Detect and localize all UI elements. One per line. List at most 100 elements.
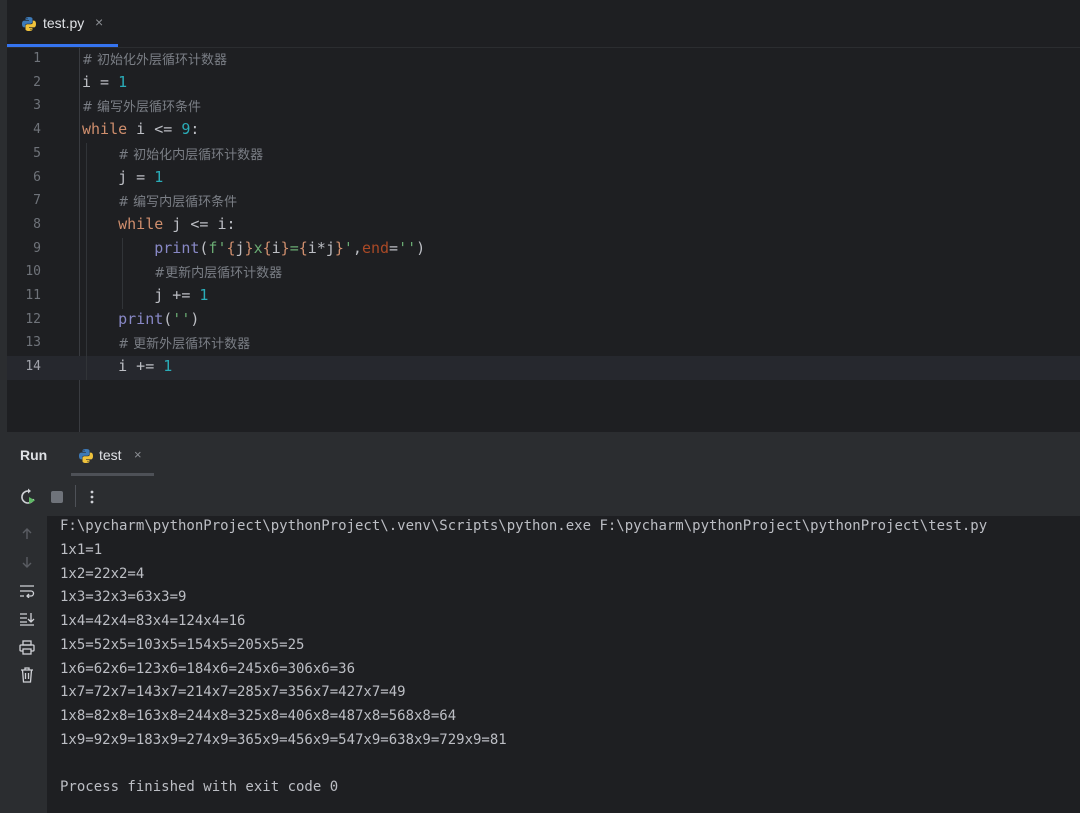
code-line[interactable]: 7 # 编写内层循环条件 (7, 190, 1080, 214)
code-line[interactable]: 1 # 初始化外层循环计数器 (7, 48, 1080, 72)
run-side-toolbar (7, 516, 47, 813)
line-number: 13 (25, 335, 41, 351)
arrow-up-icon[interactable] (16, 523, 38, 545)
active-tab-indicator (7, 44, 118, 47)
code-token: while (82, 120, 128, 139)
code-line[interactable]: 6 j = 1 (7, 167, 1080, 191)
arrow-down-icon[interactable] (16, 551, 38, 573)
code-line[interactable]: 11 j += 1 (7, 285, 1080, 309)
code-token: ( (163, 309, 173, 328)
code-token: 1 (199, 286, 209, 304)
trash-icon[interactable] (16, 664, 38, 686)
code-token: j <= i: (163, 214, 236, 233)
code-token: # 初始化外层循环计数器 (82, 53, 228, 68)
python-icon (78, 448, 94, 468)
code-token: #更新内层循环计数器 (154, 266, 283, 282)
code-text: # 编写外层循环条件 (82, 96, 201, 115)
code-token: '' (398, 238, 417, 257)
scroll-to-end-icon[interactable] (16, 608, 38, 630)
code-text: # 更新外层循环计数器 (118, 333, 250, 352)
code-token: } (244, 238, 254, 257)
code-text: # 编写内层循环条件 (118, 191, 237, 210)
close-icon[interactable]: × (95, 14, 103, 30)
code-token: j += (154, 286, 200, 304)
line-number: 7 (33, 193, 41, 209)
stop-icon[interactable] (46, 486, 68, 508)
code-line[interactable]: 13 # 更新外层循环计数器 (7, 332, 1080, 356)
code-token: 1 (118, 72, 128, 91)
code-line[interactable]: 8 while j <= i: (7, 214, 1080, 238)
code-token: 1 (163, 357, 173, 376)
code-line[interactable]: 5 # 初始化内层循环计数器 (7, 143, 1080, 167)
line-number: 12 (25, 311, 41, 327)
run-tab-label: test (99, 447, 122, 463)
run-toolbar (7, 478, 1080, 516)
console-line: 1x9=92x9=183x9=274x9=365x9=456x9=547x9=6… (60, 731, 507, 748)
run-panel-header: Run test × (7, 432, 1080, 478)
code-token: i = (82, 72, 119, 91)
run-panel-title: Run (20, 447, 48, 463)
line-number: 14 (25, 359, 41, 375)
editor-tab-test-py[interactable]: test.py × (7, 0, 118, 47)
print-icon[interactable] (16, 636, 38, 658)
code-line[interactable]: 2 i = 1 (7, 72, 1080, 96)
code-token: j (235, 238, 245, 257)
line-number: 2 (33, 74, 41, 90)
line-number: 10 (25, 264, 41, 280)
console-line: 1x8=82x8=163x8=244x8=325x8=406x8=487x8=5… (60, 708, 457, 724)
code-token: # 初始化内层循环计数器 (118, 147, 264, 163)
code-text: j = 1 (118, 168, 163, 186)
left-tool-strip (0, 0, 7, 813)
code-token: i*j (307, 238, 335, 257)
run-tab-test[interactable]: test × (71, 432, 154, 478)
code-editor[interactable]: 1 # 初始化外层循环计数器 2 i = 1 3 # 编写外层循环条件 4 while i <… (7, 48, 1080, 432)
code-text: # 初始化内层循环计数器 (118, 144, 263, 163)
code-text: i = 1 (82, 73, 127, 91)
code-token: : (190, 120, 200, 139)
more-icon[interactable] (81, 486, 103, 508)
code-text: # 初始化外层循环计数器 (82, 49, 227, 68)
code-text: i += 1 (118, 357, 172, 375)
code-token: i <= (127, 120, 182, 139)
code-line[interactable]: 3 # 编写外层循环条件 (7, 95, 1080, 119)
code-token: while (118, 214, 164, 233)
code-token: } (334, 238, 344, 257)
code-token: f' (208, 238, 227, 257)
console-output[interactable]: F:\pycharm\pythonProject\pythonProject\.… (47, 516, 1080, 813)
soft-wrap-icon[interactable] (16, 580, 38, 602)
code-text: j += 1 (154, 286, 208, 304)
editor-tab-bar: test.py × (7, 0, 1080, 48)
code-token: ' (343, 238, 353, 257)
line-number: 8 (33, 216, 41, 232)
console-line: 1x1=1 (60, 541, 103, 558)
console-line: 1x4=42x4=83x4=124x4=16 (60, 613, 246, 629)
code-token: # 编写内层循环条件 (118, 195, 238, 211)
code-text: print(f'{j}x{i}={i*j}',end='') (154, 239, 425, 257)
code-token: = (389, 238, 399, 257)
code-text: while j <= i: (118, 215, 235, 233)
active-tab-indicator (71, 473, 154, 476)
code-token: j = (118, 167, 155, 186)
code-token: { (298, 238, 308, 257)
code-token: x (253, 238, 263, 257)
code-token: print (154, 238, 200, 257)
line-number: 3 (33, 98, 41, 114)
code-token: { (262, 238, 272, 257)
close-icon[interactable]: × (134, 447, 142, 462)
line-number: 6 (33, 169, 41, 185)
code-token: 1 (154, 167, 164, 186)
code-line[interactable]: 4 while i <= 9: (7, 119, 1080, 143)
code-line[interactable]: 12 print('') (7, 309, 1080, 333)
code-token: , (352, 238, 362, 257)
console-line: 1x6=62x6=123x6=184x6=245x6=306x6=36 (60, 660, 356, 677)
code-token: end (361, 238, 390, 257)
code-token: # 更新外层循环计数器 (118, 337, 251, 353)
code-token: } (280, 238, 290, 257)
code-line[interactable]: 10 #更新内层循环计数器 (7, 261, 1080, 285)
code-line[interactable]: 14 i += 1 (7, 356, 1080, 380)
console-line: 1x3=32x3=63x3=9 (60, 589, 187, 606)
code-line[interactable]: 9 print(f'{j}x{i}={i*j}',end='') (7, 238, 1080, 262)
code-token: print (118, 309, 164, 328)
rerun-icon[interactable] (17, 486, 39, 508)
line-number: 9 (33, 240, 41, 256)
